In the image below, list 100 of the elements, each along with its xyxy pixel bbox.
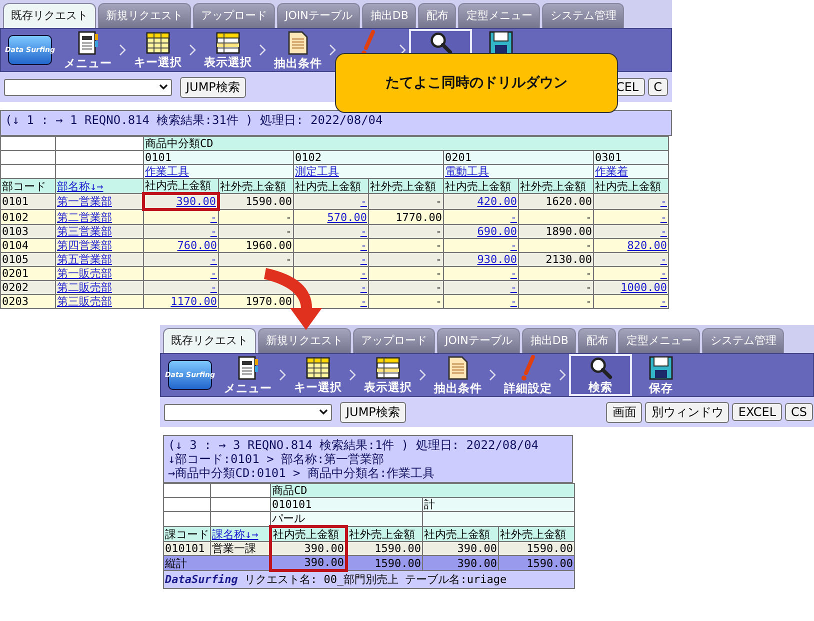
link[interactable]: -: [660, 210, 667, 224]
table-icon: [215, 31, 241, 55]
menu-button[interactable]: メニュー: [219, 354, 277, 396]
link[interactable]: 測定工具: [295, 165, 339, 178]
link[interactable]: 570.00: [327, 210, 367, 224]
toolbar-button[interactable]: C: [648, 78, 668, 96]
link[interactable]: 第一営業部: [57, 195, 112, 208]
display-select-button[interactable]: 表示選択: [359, 354, 417, 396]
filter-button[interactable]: 抽出条件: [269, 29, 327, 71]
table-cell: 0201: [444, 150, 594, 164]
link[interactable]: -: [660, 195, 667, 208]
jump-search-button[interactable]: JUMP検索: [180, 76, 246, 98]
column-header: 部コード: [0, 178, 56, 194]
link[interactable]: -: [360, 253, 367, 266]
column-header: 社外売上金額: [368, 178, 444, 194]
link[interactable]: 690.00: [477, 225, 517, 238]
link[interactable]: 第五営業部: [57, 253, 112, 266]
link[interactable]: 第二販売部: [57, 281, 112, 294]
link[interactable]: -: [210, 211, 217, 224]
link[interactable]: 930.00: [477, 253, 517, 266]
link[interactable]: -: [210, 253, 217, 266]
dropdown-field[interactable]: [4, 78, 172, 96]
chevron-icon: [349, 369, 357, 381]
dropdown-field[interactable]: [164, 404, 332, 420]
toolbar-button[interactable]: EXCEL: [732, 403, 782, 421]
link[interactable]: -: [660, 225, 667, 238]
table-cell: 商品CD: [270, 484, 574, 498]
grid-icon: [145, 31, 171, 55]
filter-button[interactable]: 抽出条件: [429, 354, 487, 396]
grid-icon: [305, 356, 331, 380]
link[interactable]: -: [510, 281, 517, 294]
link[interactable]: 第一販売部: [57, 267, 112, 280]
table-icon: [375, 356, 401, 380]
column-header: 課コード: [164, 526, 210, 542]
link[interactable]: 390.00: [176, 195, 216, 208]
info-line: (↓ 3 : → 3 REQNO.814 検索結果:1件 ) 処理日: 2022/08/04: [168, 438, 540, 452]
page-icon: [446, 355, 470, 381]
column-header: 社内売上金額: [294, 178, 368, 194]
display-select-button[interactable]: 表示選択: [199, 29, 257, 71]
link[interactable]: -: [360, 239, 367, 252]
link[interactable]: -: [210, 225, 217, 238]
column-header: 社内売上金額: [270, 526, 346, 542]
footer-text: リクエスト名: 00_部門別売上 テーブル名:uriage: [244, 573, 507, 586]
table-cell: 商品中分類CD: [144, 136, 668, 150]
chevron-icon: [419, 369, 427, 381]
toolbar-button[interactable]: 画面: [606, 402, 642, 422]
tab[interactable]: 既存リクエスト: [3, 3, 96, 28]
key-select-button[interactable]: キー選択: [129, 29, 187, 71]
table-cell: 1970.00: [218, 294, 294, 308]
menu-button[interactable]: メニュー: [59, 29, 117, 71]
link[interactable]: -: [660, 267, 667, 280]
link[interactable]: -: [360, 281, 367, 294]
link[interactable]: 第三販売部: [57, 295, 112, 308]
table-cell: 0203: [0, 294, 56, 308]
link[interactable]: 部名称↓→: [57, 180, 104, 192]
link[interactable]: 第二営業部: [57, 210, 112, 224]
table-cell: -: [518, 294, 594, 308]
link[interactable]: -: [660, 253, 667, 266]
link[interactable]: -: [210, 267, 217, 280]
column-header: 社内売上金額: [444, 178, 518, 194]
link[interactable]: -: [510, 210, 517, 224]
link[interactable]: -: [360, 225, 367, 238]
link[interactable]: -: [660, 295, 667, 308]
column-header: 社内売上金額: [422, 526, 498, 542]
link[interactable]: 課名称↓→: [212, 528, 258, 540]
detail-settings-button[interactable]: 詳細設定: [499, 354, 557, 396]
save-button[interactable]: 保存: [632, 354, 690, 396]
link[interactable]: -: [510, 295, 517, 308]
link[interactable]: 第四営業部: [57, 239, 112, 252]
info-line: →商品中分類CD:0101 > 商品中分類名:作業工具: [168, 466, 436, 480]
link[interactable]: 760.00: [177, 239, 217, 252]
table-cell: 0101: [144, 150, 294, 164]
link[interactable]: 1170.00: [170, 295, 217, 308]
key-select-button[interactable]: キー選択: [289, 354, 347, 396]
link[interactable]: 作業着: [595, 165, 628, 178]
column-header: 社外売上金額: [498, 526, 574, 542]
link[interactable]: 820.00: [627, 239, 667, 252]
callout-tooltip: たてよこ同時のドリルダウン: [335, 53, 618, 113]
link[interactable]: 作業工具: [145, 165, 189, 178]
table-cell: -: [368, 294, 444, 308]
chevron-icon: [259, 44, 267, 56]
link[interactable]: -: [360, 267, 367, 280]
toolbar-button[interactable]: 別ウィンドウ: [645, 402, 730, 422]
search-icon: [588, 356, 614, 380]
tab[interactable]: 既存リクエスト: [163, 328, 256, 353]
chevron-icon: [559, 369, 567, 381]
link[interactable]: -: [360, 295, 367, 308]
jump-search-button[interactable]: JUMP検索: [340, 402, 406, 422]
link[interactable]: 電動工具: [445, 165, 489, 178]
table-cell: 0301: [594, 150, 668, 164]
link[interactable]: -: [510, 239, 517, 252]
link[interactable]: -: [360, 195, 367, 208]
link[interactable]: -: [210, 281, 217, 294]
link[interactable]: 第三営業部: [57, 225, 112, 238]
link[interactable]: -: [510, 267, 517, 280]
brand-name: DataSurfing: [165, 573, 238, 586]
link[interactable]: 1000.00: [620, 281, 667, 294]
search-button[interactable]: 検索: [569, 354, 632, 396]
link[interactable]: 420.00: [477, 195, 517, 208]
toolbar-button[interactable]: CS: [785, 403, 813, 421]
